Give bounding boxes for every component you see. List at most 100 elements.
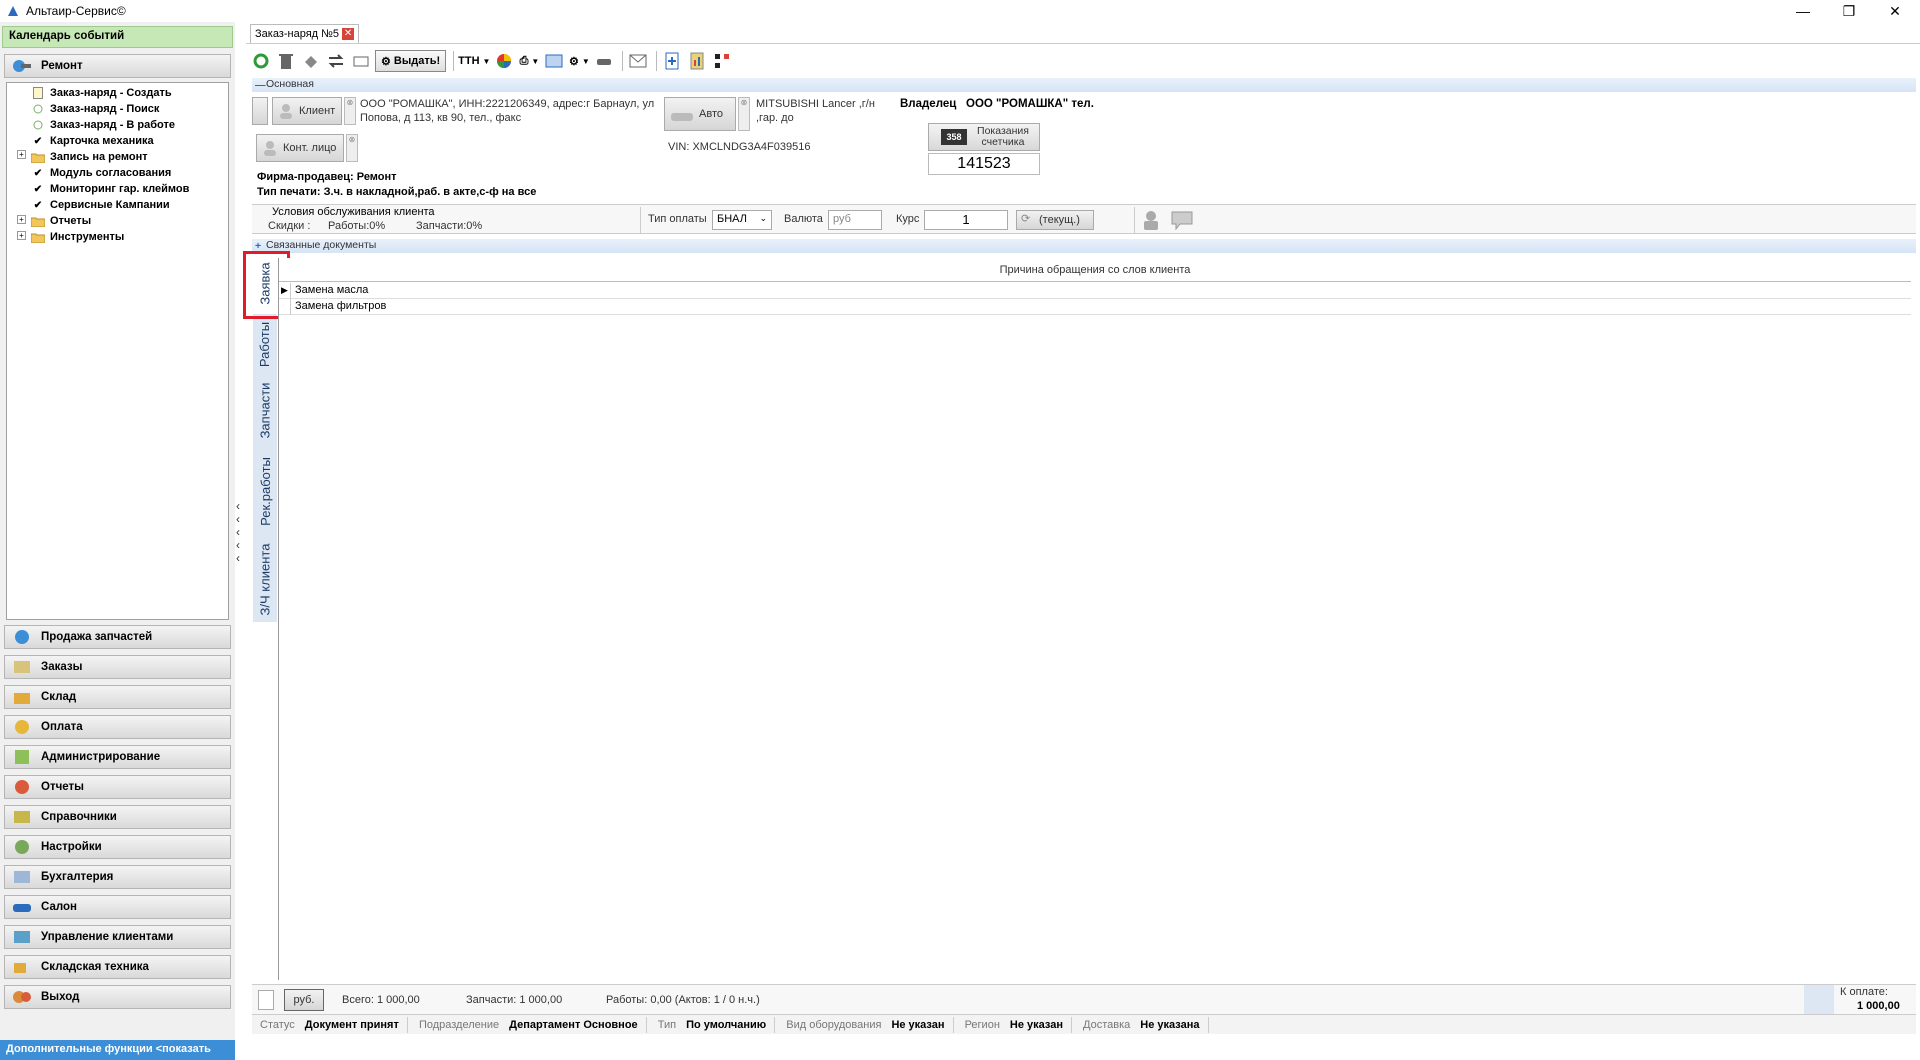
section-linked-docs[interactable]: + Связанные документы xyxy=(252,239,1916,253)
expand-icon[interactable]: + xyxy=(17,215,26,224)
accounting-icon xyxy=(11,868,33,886)
table-row[interactable]: Замена фильтров xyxy=(279,299,1911,315)
tree-item[interactable]: Заказ-наряд - Поиск xyxy=(31,101,159,117)
tools-button[interactable]: ⚙ ▼ xyxy=(568,50,590,72)
folder-icon xyxy=(31,231,45,243)
pay-type-select[interactable]: БНАЛ ⌄ xyxy=(712,210,772,230)
to-pay-label: К оплате: xyxy=(1840,986,1888,998)
group-warehouse-equipment[interactable]: Складская техника xyxy=(4,955,231,979)
calendar-header[interactable]: Календарь событий xyxy=(2,26,233,48)
tab-works[interactable]: Работы xyxy=(253,316,277,372)
chart-icon[interactable] xyxy=(686,50,708,72)
counter-value: 141523 xyxy=(928,153,1040,175)
tree-item[interactable]: ✔ Модуль согласования xyxy=(31,165,171,181)
document-icon[interactable] xyxy=(258,990,274,1010)
group-warehouse[interactable]: Склад xyxy=(4,685,231,709)
currency-field[interactable]: руб xyxy=(828,210,882,230)
tree-item[interactable]: Заказ-наряд - В работе xyxy=(31,117,175,133)
print-button[interactable]: ⎙ ▼ xyxy=(518,50,540,72)
type-value: По умолчанию xyxy=(686,1018,767,1031)
tree-item[interactable]: ✔ Сервисные Кампании xyxy=(31,197,170,213)
group-salon[interactable]: Салон xyxy=(4,895,231,919)
color-wheel-icon[interactable] xyxy=(493,50,515,72)
contact-person-button[interactable]: Конт. лицо xyxy=(256,134,344,162)
barcode-icon[interactable] xyxy=(711,50,733,72)
refresh-icon[interactable] xyxy=(250,50,272,72)
collapse-panel-handle[interactable]: ‹ ‹ ‹ ‹ ‹ xyxy=(236,500,246,565)
expand-icon[interactable]: + xyxy=(17,150,26,159)
extra-functions-bar[interactable]: Дополнительные функции <показать xyxy=(0,1040,235,1060)
group-accounting[interactable]: Бухгалтерия xyxy=(4,865,231,889)
delivery-value: Не указана xyxy=(1140,1018,1200,1031)
tree-item[interactable]: Инструменты xyxy=(31,229,124,245)
section-main[interactable]: — Основная xyxy=(252,78,1916,92)
window-icon[interactable] xyxy=(543,50,565,72)
ttn-button[interactable]: ТТН ▼ xyxy=(458,50,490,72)
group-exit[interactable]: Выход xyxy=(4,985,231,1009)
group-repair[interactable]: Ремонт xyxy=(4,54,231,78)
copy-icon[interactable] xyxy=(300,50,322,72)
comment-icon[interactable] xyxy=(1170,209,1194,231)
close-icon[interactable]: ✕ xyxy=(1872,0,1918,22)
tab-recommended-works[interactable]: Рек.работы xyxy=(253,448,277,534)
current-rate-button[interactable]: ⟳ (текущ.) xyxy=(1016,210,1094,230)
toolbar-separator xyxy=(622,51,624,71)
group-orders[interactable]: Заказы xyxy=(4,655,231,679)
chevron-down-icon: ▼ xyxy=(581,56,590,66)
group-payment[interactable]: Оплата xyxy=(4,715,231,739)
app-logo-icon xyxy=(8,6,18,16)
transfer-icon[interactable] xyxy=(325,50,347,72)
warehouse-icon xyxy=(11,688,33,706)
tab-parts[interactable]: Запчасти xyxy=(253,374,277,446)
lock-user-icon[interactable] xyxy=(1140,209,1162,231)
mail-icon[interactable] xyxy=(627,50,649,72)
close-tab-icon[interactable]: ✕ xyxy=(342,28,355,40)
tab-order[interactable]: Заказ-наряд №5 ✕ xyxy=(250,24,360,43)
currency-button[interactable]: руб. xyxy=(284,989,324,1011)
add-document-icon[interactable] xyxy=(661,50,683,72)
total-label: Всего: 1 000,00 xyxy=(342,994,420,1006)
admin-icon xyxy=(11,748,33,766)
discounts-label: Скидки : xyxy=(268,220,311,232)
tree-item[interactable]: Заказ-наряд - Создать xyxy=(31,85,172,101)
tree-item[interactable]: Отчеты xyxy=(31,213,91,229)
to-pay-value: 1 000,00 xyxy=(1857,1000,1900,1012)
group-references[interactable]: Справочники xyxy=(4,805,231,829)
client-search-icon[interactable] xyxy=(252,97,268,125)
minimize-icon[interactable]: — xyxy=(1780,0,1826,22)
restore-icon[interactable]: ❐ xyxy=(1826,0,1872,22)
group-clients[interactable]: Управление клиентами xyxy=(4,925,231,949)
row-pointer-icon: ▶ xyxy=(279,283,291,299)
expand-icon[interactable]: + xyxy=(17,231,26,240)
clear-contact-icon[interactable]: ⊗ xyxy=(346,134,358,162)
table-row[interactable]: ▶ Замена масла xyxy=(279,283,1911,299)
circle-icon xyxy=(31,119,45,131)
tab-client-parts[interactable]: З/Ч клиента xyxy=(253,536,277,622)
tree-item[interactable]: ✔ Мониторинг гар. клеймов xyxy=(31,181,190,197)
toolbar-separator xyxy=(656,51,658,71)
group-admin[interactable]: Администрирование xyxy=(4,745,231,769)
clear-client-icon[interactable]: ⊗ xyxy=(344,97,356,125)
owner-value: ООО "РОМАШКА" тел. xyxy=(966,98,1094,110)
collapse-icon[interactable]: — xyxy=(255,79,266,91)
car-icon xyxy=(11,898,33,916)
group-parts-sales[interactable]: Продажа запчастей xyxy=(4,625,231,649)
clients-icon xyxy=(11,928,33,946)
card-icon[interactable] xyxy=(350,50,372,72)
rate-field[interactable]: 1 xyxy=(924,210,1008,230)
group-reports[interactable]: Отчеты xyxy=(4,775,231,799)
forklift-icon xyxy=(11,958,33,976)
grid-column-header[interactable]: Причина обращения со слов клиента xyxy=(279,258,1911,282)
counter-button[interactable]: 358 Показания счетчика xyxy=(928,123,1040,151)
clear-auto-icon[interactable]: ⊗ xyxy=(738,97,750,131)
delete-icon[interactable] xyxy=(275,50,297,72)
tree-item[interactable]: ✔ Карточка механика xyxy=(31,133,154,149)
group-settings[interactable]: Настройки xyxy=(4,835,231,859)
car-search-icon[interactable] xyxy=(593,50,615,72)
group-repair-label: Ремонт xyxy=(41,60,83,72)
client-button[interactable]: Клиент xyxy=(272,97,342,125)
tree-item[interactable]: Запись на ремонт xyxy=(31,149,148,165)
issue-button[interactable]: ⚙ Выдать! xyxy=(375,50,447,72)
request-grid: Причина обращения со слов клиента ▶ Заме… xyxy=(278,258,1911,980)
auto-button[interactable]: Авто xyxy=(664,97,736,131)
